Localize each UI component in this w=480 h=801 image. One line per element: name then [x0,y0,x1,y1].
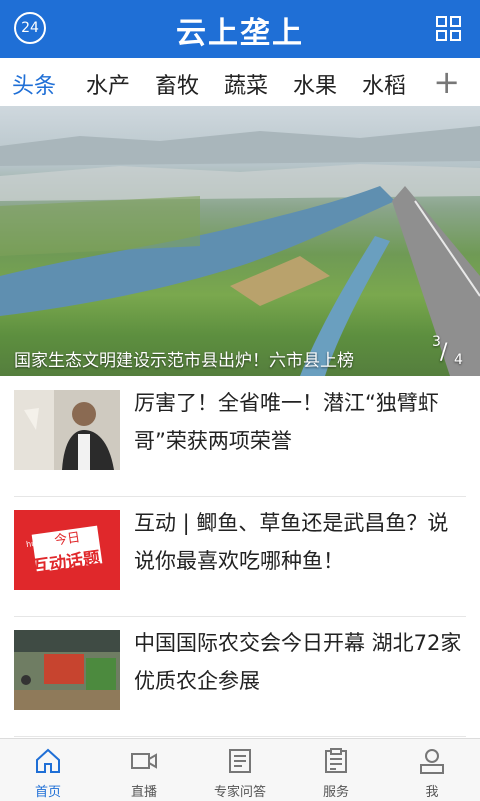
banner-carousel[interactable]: 国家生态文明建设示范市县出炉！六市县上榜 3 / 4 [0,106,480,376]
grid-menu-icon[interactable] [436,16,462,42]
video-icon [131,753,157,769]
banner-image [0,126,480,376]
nav-label: 我 [425,785,439,800]
category-tabs: 头条 水产 畜牧 蔬菜 水果 水稻 + [0,58,480,107]
user-icon [420,749,444,774]
tab-shuichan[interactable]: 水产 [86,68,130,100]
nav-label: 专家问答 [213,785,266,800]
document-icon [229,749,251,773]
news-thumbnail [14,390,120,470]
clipboard-icon [325,748,347,773]
banner-pager: 3 / 4 [432,334,468,370]
list-item[interactable]: 中国国际农交会今日开幕 湖北72家优质农企参展 [14,616,466,737]
news-title: 中国国际农交会今日开幕 湖北72家优质农企参展 [134,631,462,693]
tab-xumu[interactable]: 畜牧 [155,68,199,100]
nav-expert-qa[interactable]: 专家问答 [192,739,288,801]
news-title: 厉害了！全省唯一！潜江“独臂虾哥”荣获两项荣誉 [134,391,439,453]
app-logo: 云上垄上 [176,16,304,51]
bottom-nav: 首页 直播 专家问答 服务 我 [0,738,480,801]
nav-service[interactable]: 服务 [288,739,384,801]
expo-photo-image [14,630,120,710]
news-title: 互动 | 鲫鱼、草鱼还是武昌鱼？说说你最喜欢吃哪种鱼！ [134,511,449,573]
tab-toutiao[interactable]: 头条 [12,68,56,100]
tab-shucai[interactable]: 蔬菜 [224,68,268,100]
tab-shuidao[interactable]: 水稻 [362,68,406,100]
pager-total: 4 [454,352,463,368]
banner-caption: 国家生态文明建设示范市县出炉！六市县上榜 [14,351,354,371]
pager-slash: / [440,340,448,365]
news-thumbnail: 今日 hudong 互动话题 [14,510,120,590]
nav-label: 首页 [34,785,61,800]
top-bar: 24 云上垄上 [0,0,480,58]
news-thumbnail [14,630,120,710]
tab-shuiguo[interactable]: 水果 [293,68,337,100]
add-tab-icon[interactable]: + [433,66,460,98]
nav-live[interactable]: 直播 [96,739,192,801]
nav-home[interactable]: 首页 [0,739,96,801]
nav-label: 服务 [322,785,349,800]
home-icon [36,748,60,773]
person-photo-image [14,390,120,470]
list-item[interactable]: 今日 hudong 互动话题 互动 | 鲫鱼、草鱼还是武昌鱼？说说你最喜欢吃哪种… [14,496,466,617]
nav-me[interactable]: 我 [384,739,480,801]
list-item[interactable]: 厉害了！全省唯一！潜江“独臂虾哥”荣获两项荣誉 [14,376,466,497]
nav-label: 直播 [130,785,157,800]
